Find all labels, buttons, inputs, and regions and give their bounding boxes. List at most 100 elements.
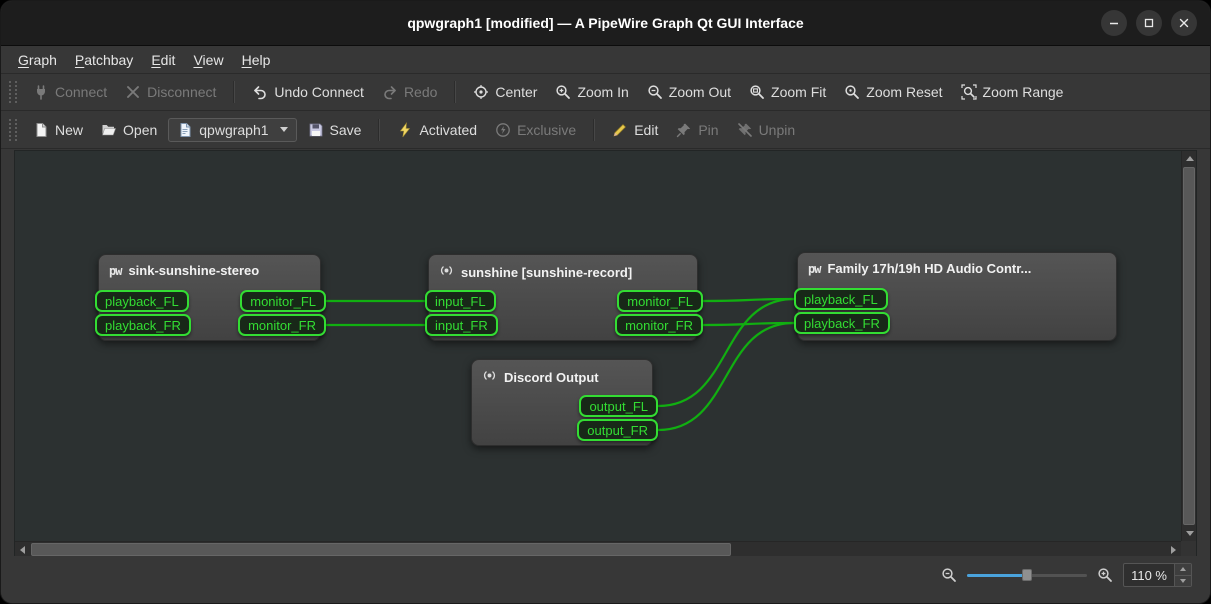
maximize-button[interactable] (1136, 10, 1162, 36)
window-controls (1101, 1, 1197, 45)
arrow-up-icon (1186, 156, 1194, 161)
media-icon (439, 263, 454, 281)
horizontal-scroll-thumb[interactable] (31, 543, 731, 556)
toolbar-handle[interactable] (9, 81, 17, 103)
menu-label: raph (29, 52, 57, 68)
edit-icon (612, 122, 628, 138)
vertical-scroll-thumb[interactable] (1183, 167, 1195, 525)
zoom-spin-up[interactable] (1175, 564, 1191, 575)
undo-connect-button[interactable]: Undo Connect (245, 80, 371, 104)
node-sink[interactable]: pw sink-sunshine-stereo playback_FLplaybac… (98, 254, 321, 341)
zoom-in-button[interactable]: Zoom In (548, 80, 635, 104)
zoom-slider-fill (967, 574, 1027, 577)
pipewire-icon: pw (808, 262, 820, 276)
button-label: Unpin (759, 122, 796, 138)
pin-button[interactable]: Pin (669, 118, 725, 142)
menu-edit[interactable]: Edit (142, 49, 184, 71)
port-playback_FL[interactable]: playback_FL (794, 288, 888, 310)
disconnect-button[interactable]: Disconnect (118, 80, 223, 104)
toolbar-main: Connect Disconnect Undo ConnectRedo Center Z… (1, 74, 1210, 111)
zoom-spinbox[interactable]: 110 % (1123, 563, 1192, 587)
menu-help[interactable]: Help (233, 49, 280, 71)
button-label: Zoom In (577, 84, 628, 100)
minimize-icon (1106, 15, 1122, 31)
save-button[interactable]: Save (301, 118, 369, 142)
port-input_FL[interactable]: input_FL (425, 290, 496, 312)
button-label: Activated (419, 122, 477, 138)
toolbar-file: New Open qpwgraph1Save Activated Exclusive Ed… (1, 111, 1210, 149)
vertical-scrollbar[interactable] (1181, 151, 1196, 541)
connect-button[interactable]: Connect (26, 80, 114, 104)
zoom-fit-button[interactable]: Zoom Fit (742, 80, 833, 104)
menu-mnemonic: P (75, 52, 84, 68)
node-title: sink-sunshine-stereo (128, 263, 259, 278)
arrow-left-icon (20, 546, 25, 554)
scroll-down-button[interactable] (1182, 526, 1197, 541)
zoom-in-icon[interactable] (1097, 567, 1113, 583)
unpin-icon (737, 122, 753, 138)
center-button[interactable]: Center (466, 80, 544, 104)
port-monitor_FL[interactable]: monitor_FL (617, 290, 703, 312)
toolbar-handle[interactable] (9, 119, 17, 141)
pin-icon (676, 122, 692, 138)
button-label: Zoom Range (983, 84, 1064, 100)
close-button[interactable] (1171, 10, 1197, 36)
node-title: Discord Output (504, 370, 599, 385)
menu-bar: GraphPatchbayEditViewHelp (1, 46, 1210, 74)
node-title: sunshine [sunshine-record] (461, 265, 632, 280)
port-playback_FL[interactable]: playback_FL (95, 290, 189, 312)
title-bar[interactable]: qpwgraph1 [modified] — A PipeWire Graph … (1, 1, 1210, 46)
port-input_FR[interactable]: input_FR (425, 314, 498, 336)
button-label: Open (123, 122, 157, 138)
port-playback_FR[interactable]: playback_FR (794, 312, 890, 334)
edit-button[interactable]: Edit (605, 118, 665, 142)
scroll-right-button[interactable] (1166, 542, 1181, 557)
zoom-range-button[interactable]: Zoom Range (954, 80, 1071, 104)
zoom-slider-handle[interactable] (1022, 569, 1032, 581)
button-label: Connect (55, 84, 107, 100)
port-monitor_FR[interactable]: monitor_FR (238, 314, 326, 336)
graph-canvas[interactable]: pwsink-sunshine-stereoplayback_FLplaybac… (15, 151, 1181, 541)
zoom-spin-down[interactable] (1175, 575, 1191, 587)
new-button[interactable]: New (26, 118, 90, 142)
port-monitor_FL[interactable]: monitor_FL (240, 290, 326, 312)
arrow-right-icon (1171, 546, 1176, 554)
node-header: Discord Output (472, 360, 652, 394)
open-button[interactable]: Open (94, 118, 164, 142)
port-output_FR[interactable]: output_FR (577, 419, 658, 441)
app-window: qpwgraph1 [modified] — A PipeWire Graph … (0, 0, 1211, 604)
scroll-up-button[interactable] (1182, 151, 1197, 166)
unpin-button[interactable]: Unpin (730, 118, 803, 142)
minimize-button[interactable] (1101, 10, 1127, 36)
zoom-out-icon[interactable] (941, 567, 957, 583)
node-family[interactable]: pwFamily 17h/19h HD Audio Contr...playba… (797, 252, 1117, 341)
menu-view[interactable]: View (184, 49, 232, 71)
menu-patchbay[interactable]: Patchbay (66, 49, 142, 71)
redo-button[interactable]: Redo (375, 80, 444, 104)
node-sunshine[interactable]: sunshine [sunshine-record] input_FLinput_… (428, 254, 698, 341)
qpwgraph1-button[interactable]: qpwgraph1 (168, 118, 296, 142)
menu-graph[interactable]: Graph (9, 49, 66, 71)
node-discord[interactable]: Discord Outputoutput_FLoutput_FR (471, 359, 653, 446)
zoom-slider[interactable] (967, 567, 1087, 583)
maximize-icon (1141, 15, 1157, 31)
zoom-out-button[interactable]: Zoom Out (640, 80, 738, 104)
port-playback_FR[interactable]: playback_FR (95, 314, 191, 336)
zoom-in-icon (555, 84, 571, 100)
media-icon (482, 368, 497, 386)
port-output_FL[interactable]: output_FL (579, 395, 658, 417)
zoom-range-icon (961, 84, 977, 100)
open-icon (101, 122, 117, 138)
exclusive-button[interactable]: Exclusive (488, 118, 583, 142)
button-label: Center (495, 84, 537, 100)
scroll-left-button[interactable] (15, 542, 30, 557)
toolbar-separator (454, 81, 456, 103)
port-monitor_FR[interactable]: monitor_FR (615, 314, 703, 336)
pipewire-icon: pw (109, 264, 121, 278)
button-label: Zoom Out (669, 84, 731, 100)
activated-button[interactable]: Activated (390, 118, 484, 142)
redo-icon (382, 84, 398, 100)
zoom-reset-button[interactable]: Zoom Reset (837, 80, 949, 104)
zoom-reset-icon (844, 84, 860, 100)
horizontal-scrollbar[interactable] (15, 541, 1181, 557)
